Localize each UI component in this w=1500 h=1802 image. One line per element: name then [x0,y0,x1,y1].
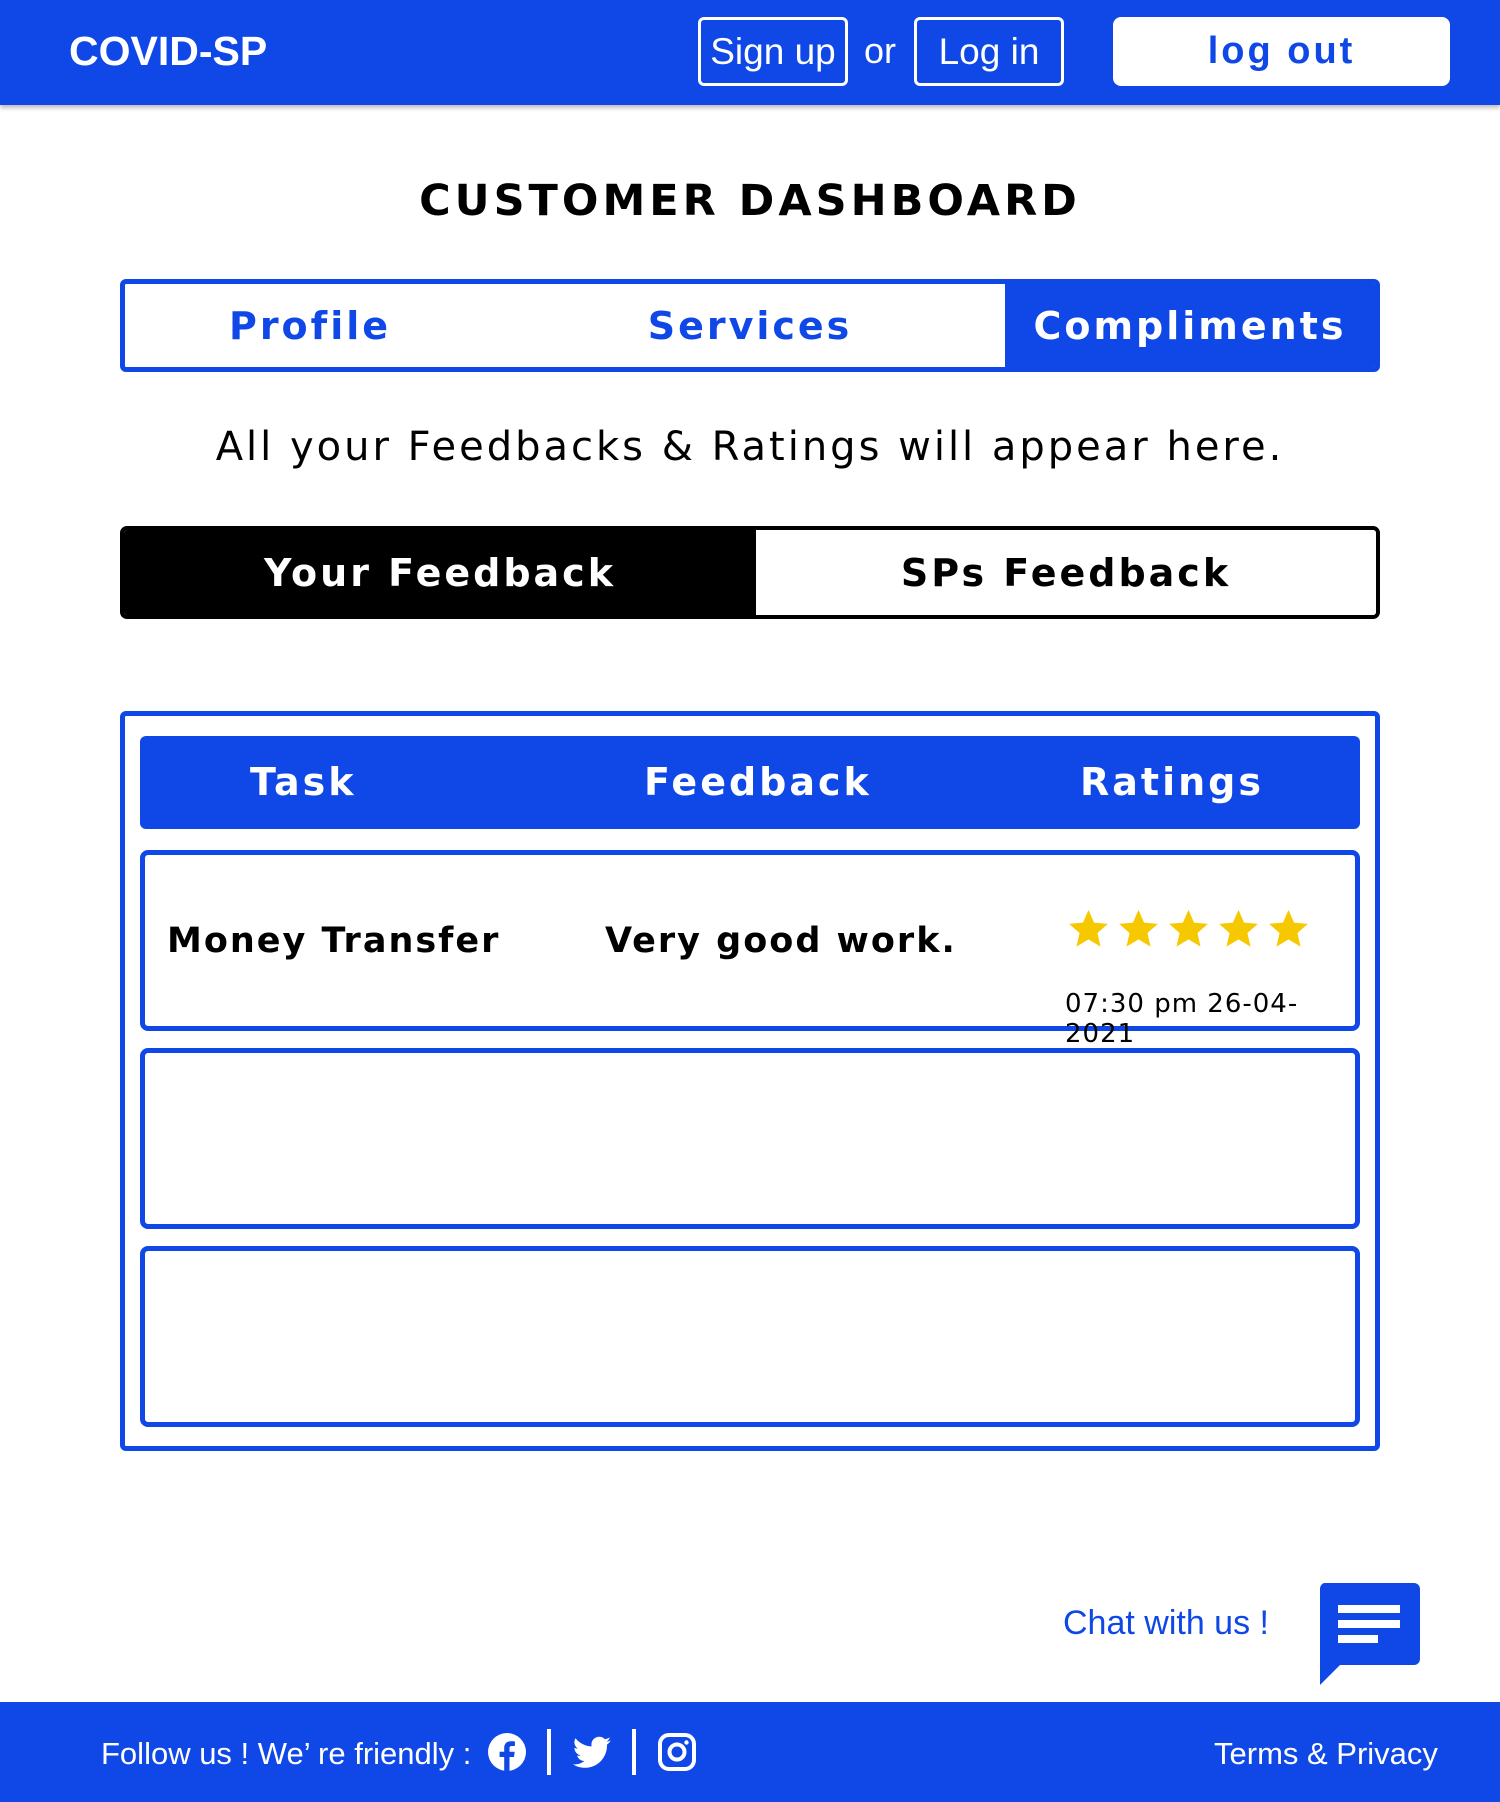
signup-button[interactable]: Sign up [698,17,848,86]
tab-services[interactable]: Services [495,284,1005,367]
tab-your-feedback[interactable]: Your Feedback [124,530,756,615]
table-row[interactable]: Money Transfer Very good work. 07:30 pm … [140,850,1360,1049]
separator [632,1729,636,1775]
task-cell: Money Transfer [167,921,501,961]
column-header-feedback: Feedback [644,760,872,804]
section-subtitle: All your Feedbacks & Ratings will appear… [215,424,1285,470]
terms-privacy-link[interactable]: Terms & Privacy [1214,1736,1438,1772]
table-header: Task Feedback Ratings [140,736,1360,829]
twitter-icon[interactable] [572,1732,612,1772]
dashboard-tabs: Profile Services Compliments [120,279,1380,372]
footer: Follow us ! We’ re friendly : Terms & Pr… [0,1702,1500,1802]
or-separator-text: or [864,30,897,71]
separator [547,1729,551,1775]
chat-link[interactable]: Chat with us ! [1063,1604,1269,1643]
page-title: CUSTOMER DASHBOARD [419,176,1081,226]
top-navbar: COVID-SP Sign up or Log in log out [0,0,1500,105]
column-header-task: Task [250,760,357,804]
follow-us-text: Follow us ! We’ re friendly : [101,1736,472,1771]
feedback-cell: Very good work. [605,921,957,961]
star-icon [1219,909,1258,947]
brand-logo-text[interactable]: COVID-SP [69,28,267,75]
rating-stars [1067,907,1310,950]
star-icon [1119,909,1158,947]
column-header-ratings: Ratings [1080,760,1264,804]
instagram-icon[interactable] [657,1732,697,1772]
logout-button[interactable]: log out [1113,17,1450,86]
tab-profile[interactable]: Profile [125,284,495,367]
chat-icon[interactable] [1318,1583,1420,1685]
table-row[interactable] [140,1246,1360,1427]
feedback-table: Task Feedback Ratings Money Transfer Ver… [120,711,1380,1451]
star-icon [1069,909,1108,947]
login-button[interactable]: Log in [914,17,1064,86]
star-icon [1169,909,1208,947]
facebook-icon[interactable] [487,1732,527,1772]
feedback-toggle: Your Feedback SPs Feedback [120,526,1380,619]
tab-sps-feedback[interactable]: SPs Feedback [756,530,1376,615]
tab-compliments[interactable]: Compliments [1005,284,1375,367]
table-row[interactable] [140,1048,1360,1229]
timestamp: 07:30 pm 26-04-2021 [1065,989,1299,1049]
star-icon [1269,909,1308,947]
